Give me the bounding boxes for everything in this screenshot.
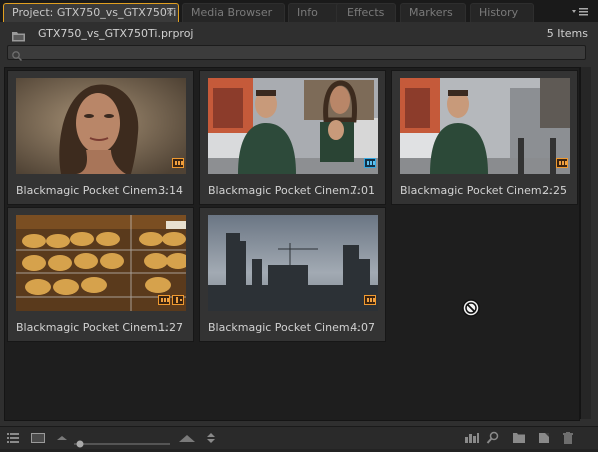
trash-icon[interactable] [561,430,575,449]
project-folder-icon [12,27,26,42]
list-view-icon[interactable] [6,430,20,449]
clip-duration: 7:01 [350,184,375,197]
clip-name: Blackmagic Pocket Cinem... [208,184,361,197]
tab-effects[interactable]: Effects [336,3,396,22]
clip-duration: 2:25 [542,184,567,197]
find-icon[interactable] [486,430,500,449]
search-icon [11,47,23,66]
clip-tile[interactable]: Blackmagic Pocket Cinem... 3:14 [7,70,194,205]
clip-thumbnail [16,78,186,174]
tab-history[interactable]: History [470,3,534,22]
tab-project-label: Project: GTX750_vs_GTX750Ti [12,6,177,19]
clip-name: Blackmagic Pocket Cinem... [208,321,361,334]
clip-duration: 3:14 [158,184,183,197]
no-drop-cursor-icon [461,298,481,322]
clip-tile[interactable]: Blackmagic Pocket Cinem... 7:01 [199,70,386,205]
bottom-toolbar [0,426,598,449]
project-panel: GTX750_vs_GTX750Ti.prproj 5 Items Blackm… [0,22,598,448]
clip-tile[interactable]: Blackmagic Pocket Cinem... 4:07 [199,207,386,342]
tab-markers-label: Markers [409,6,453,19]
video-clip-icon [158,295,170,305]
vertical-scrollbar[interactable] [580,67,591,419]
zoom-out-icon[interactable] [56,430,68,449]
audio-clip-icon [172,295,184,305]
clip-thumbnail [16,215,186,311]
clip-tile[interactable]: Blackmagic Pocket Cinem... 2:25 [391,70,578,205]
tab-media-browser-label: Media Browser [191,6,273,19]
item-count: 5 Items [546,27,588,40]
panel-tab-bar: Project: GTX750_vs_GTX750Ti × Media Brow… [0,0,598,22]
clip-name: Blackmagic Pocket Cinem... [400,184,553,197]
tab-media-browser[interactable]: Media Browser [182,3,285,22]
zoom-slider[interactable] [74,433,174,452]
video-clip-icon [556,158,568,168]
tab-close-icon[interactable]: × [166,4,174,21]
clip-thumbnail [208,215,378,311]
clip-thumbnail [208,78,378,174]
video-clip-icon [364,295,376,305]
project-filename: GTX750_vs_GTX750Ti.prproj [38,27,194,40]
sequence-icon [364,158,376,168]
new-bin-icon[interactable] [512,430,526,449]
panel-menu-icon[interactable] [570,6,592,18]
clip-grid: Blackmagic Pocket Cinem... 3:14 Blackmag… [4,67,580,421]
new-item-icon[interactable] [537,430,551,449]
tab-effects-label: Effects [347,6,385,19]
tab-project[interactable]: Project: GTX750_vs_GTX750Ti × [3,3,179,22]
clip-name: Blackmagic Pocket Cinem... [16,184,169,197]
clip-duration: 1:27 [158,321,183,334]
video-clip-icon [172,158,184,168]
tab-info[interactable]: Info [288,3,342,22]
clip-thumbnail [400,78,570,174]
clip-name: Blackmagic Pocket Cinem... [16,321,169,334]
clip-tile[interactable]: Blackmagic Pocket Cinem... 1:27 [7,207,194,342]
tab-markers[interactable]: Markers [400,3,466,22]
search-input[interactable] [7,45,586,62]
zoom-in-icon[interactable] [178,430,196,449]
tab-info-label: Info [297,6,318,19]
clip-duration: 4:07 [350,321,375,334]
sort-icon[interactable] [205,430,217,449]
tab-history-label: History [479,6,519,19]
icon-view-icon[interactable] [30,430,46,449]
automate-to-sequence-icon[interactable] [464,430,480,449]
